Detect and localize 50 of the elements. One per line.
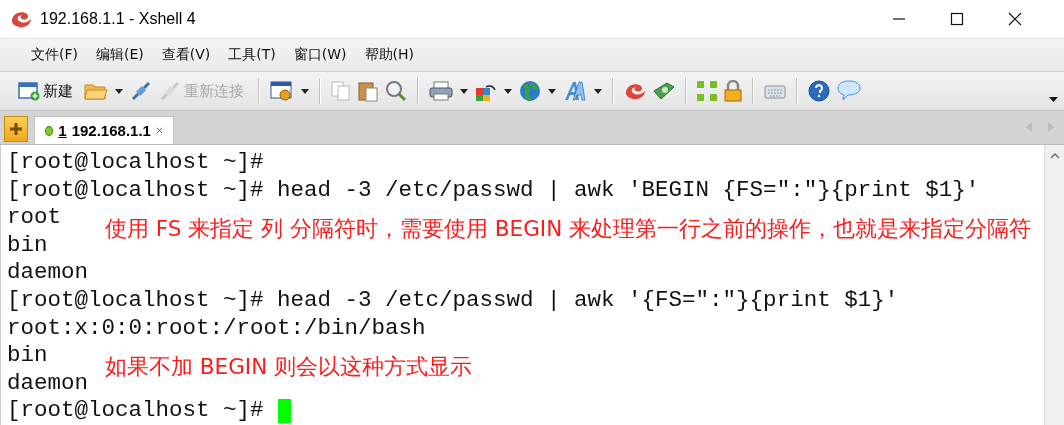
scroll-up-icon[interactable] xyxy=(1049,153,1060,159)
terminal-line: root:x:0:0:root:/root:/bin/bash xyxy=(7,314,426,343)
new-session-button[interactable]: 新建 xyxy=(18,81,77,101)
caret-icon[interactable] xyxy=(548,88,556,94)
annotation-text: 如果不加 BEGIN 则会以这种方式显示 xyxy=(105,354,473,381)
menu-item[interactable]: 编辑(E) xyxy=(89,44,151,66)
scrollbar[interactable] xyxy=(1044,145,1064,425)
caret-icon[interactable] xyxy=(460,88,468,94)
terminal-line: [root@localhost ~]# head -3 /etc/passwd | awk 'BEGIN {FS=":"}{print $1}' xyxy=(7,176,980,205)
plug-icon xyxy=(159,80,181,102)
terminal-line: bin xyxy=(7,342,48,370)
help-icon[interactable] xyxy=(808,80,830,102)
globe-icon[interactable] xyxy=(519,80,541,102)
settings-icon[interactable] xyxy=(270,80,294,102)
caret-icon[interactable] xyxy=(301,88,309,94)
menu-item[interactable]: 工具(T) xyxy=(221,44,283,66)
window-title: 192.168.1.1 - Xshell 4 xyxy=(40,10,196,28)
terminal-line: daemon xyxy=(7,259,88,287)
terminal-line: [root@localhost ~]# xyxy=(7,397,264,425)
new-tab-button[interactable] xyxy=(4,116,28,142)
terminal-line: root xyxy=(7,204,61,232)
swirl-icon[interactable] xyxy=(624,81,646,101)
menu-item[interactable]: 窗口(W) xyxy=(286,44,354,66)
terminal-line: [root@localhost ~]# head -3 /etc/passwd | awk '{FS=":"}{print $1}' xyxy=(7,286,899,315)
menu-item[interactable]: 帮助(H) xyxy=(357,44,421,66)
terminal-panel[interactable] xyxy=(0,145,1064,425)
caret-icon[interactable] xyxy=(115,88,123,94)
tab-number: 1 xyxy=(58,122,67,139)
tab-label: 192.168.1.1 xyxy=(71,122,151,139)
new-window-icon xyxy=(18,81,40,101)
terminal-line: [root@localhost ~]# xyxy=(7,149,264,177)
menu-item[interactable]: 文件(F) xyxy=(24,44,85,66)
lock-icon[interactable] xyxy=(724,80,742,102)
caret-icon[interactable] xyxy=(504,88,512,94)
app-logo-icon xyxy=(10,9,32,29)
close-icon[interactable] xyxy=(1008,12,1022,26)
caret-icon[interactable] xyxy=(594,88,602,94)
paste-icon[interactable] xyxy=(358,80,378,102)
connect-icon[interactable] xyxy=(130,80,152,102)
printer-icon[interactable] xyxy=(429,81,453,101)
maximize-icon[interactable] xyxy=(950,12,964,26)
menu-item[interactable]: 查看(V) xyxy=(154,44,218,66)
terminal-line: daemon xyxy=(7,369,88,398)
plus-icon xyxy=(9,122,23,136)
overflow-caret-icon[interactable] xyxy=(1049,97,1058,102)
terminal-line: bin xyxy=(7,231,48,260)
search-icon[interactable] xyxy=(385,80,407,102)
font-icon[interactable] xyxy=(563,81,587,101)
session-tab[interactable]: 1 192.168.1.1 xyxy=(34,116,174,144)
annotation-text: 使用 FS 来指定 列 分隔符时，需要使用 BEGIN 来处理第一行之前的操作，也就是来指定分隔符 xyxy=(105,216,1032,243)
